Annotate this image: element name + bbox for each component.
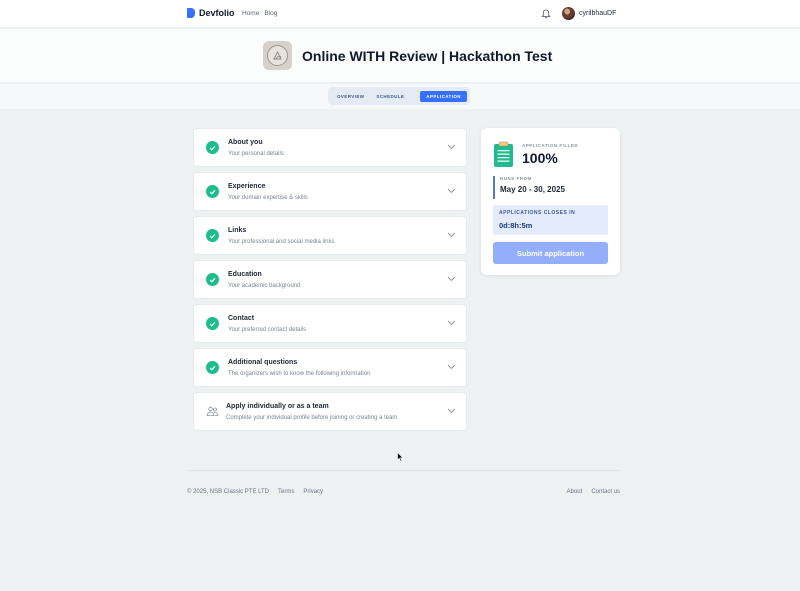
section-contact[interactable]: Contact Your preferred contact details <box>193 304 467 343</box>
footer-link-contact[interactable]: Contact us <box>591 489 620 495</box>
mouse-cursor-icon <box>397 452 404 462</box>
chevron-down-icon[interactable] <box>447 188 456 194</box>
chevron-down-icon[interactable] <box>447 232 456 238</box>
filled-value: 100% <box>522 150 558 166</box>
footer-link-privacy[interactable]: Privacy <box>303 489 323 495</box>
brand[interactable]: Devfolio <box>187 8 235 18</box>
application-status-card: APPLICATION FILLED 100% RUNS FROM May 20… <box>481 128 620 275</box>
runs-from: RUNS FROM May 20 - 30, 2025 <box>493 176 565 199</box>
runs-value: May 20 - 30, 2025 <box>500 185 565 194</box>
section-about-you[interactable]: About you Your personal details <box>193 128 467 167</box>
nav-link-home[interactable]: Home <box>242 10 259 17</box>
nav-link-blog[interactable]: Blog <box>264 10 277 17</box>
footer-link-terms[interactable]: Terms <box>278 489 294 495</box>
footer-divider <box>187 470 620 471</box>
tabs: OVERVIEW SCHEDULE APPLICATION <box>328 87 470 105</box>
top-navbar: Devfolio Home Blog cyrilbhauDF <box>0 0 800 28</box>
brand-name: Devfolio <box>199 8 235 18</box>
submit-application-button[interactable]: Submit application <box>493 242 608 264</box>
footer-link-about[interactable]: About <box>567 489 583 495</box>
section-title: About you <box>228 139 263 146</box>
user-menu[interactable]: cyrilbhauDF <box>562 7 616 20</box>
username: cyrilbhauDF <box>579 10 617 17</box>
tab-application[interactable]: APPLICATION <box>420 90 467 102</box>
chevron-down-icon[interactable] <box>447 364 456 370</box>
check-icon <box>206 273 219 286</box>
section-team[interactable]: Apply individually or as a team Complete… <box>193 392 467 431</box>
closes-in-box: APPLICATIONS CLOSES IN 0d:8h:5m <box>493 205 608 235</box>
check-icon <box>206 229 219 242</box>
copyright: © 2025, NSB Classic PTE LTD <box>187 489 270 495</box>
clipboard-icon <box>494 141 513 167</box>
tab-overview[interactable]: OVERVIEW <box>331 91 370 102</box>
closes-value: 0d:8h:5m <box>499 221 533 230</box>
section-title: Apply individually or as a team <box>226 403 329 410</box>
section-experience[interactable]: Experience Your domain expertise & skill… <box>193 172 467 211</box>
section-title: Additional questions <box>228 359 298 366</box>
runs-label: RUNS FROM <box>500 176 532 181</box>
section-title: Links <box>228 227 247 234</box>
section-subtitle: Your preferred contact details <box>228 327 307 333</box>
section-title: Contact <box>228 315 255 322</box>
section-subtitle: Your personal details <box>228 151 284 157</box>
check-icon <box>206 185 219 198</box>
footer-right: About Contact us <box>567 489 620 495</box>
section-subtitle: The organizers wish to know the followin… <box>228 371 371 377</box>
section-subtitle: Complete your individual profile before … <box>226 415 398 421</box>
hackathon-logo-icon <box>273 50 282 60</box>
hackathon-logo <box>263 41 292 70</box>
check-icon <box>206 317 219 330</box>
footer-left: © 2025, NSB Classic PTE LTD Terms Privac… <box>187 489 323 495</box>
section-subtitle: Your domain expertise & skills <box>228 195 308 201</box>
avatar <box>562 7 575 20</box>
section-subtitle: Your academic background <box>228 283 301 289</box>
check-icon <box>206 361 219 374</box>
chevron-down-icon[interactable] <box>447 144 456 150</box>
page-title: Online WITH Review | Hackathon Test <box>302 48 553 64</box>
section-title: Education <box>228 271 262 278</box>
section-title: Experience <box>228 183 266 190</box>
section-education[interactable]: Education Your academic background <box>193 260 467 299</box>
bell-icon[interactable] <box>541 9 551 19</box>
filled-label: APPLICATION FILLED <box>522 143 579 148</box>
check-icon <box>206 141 219 154</box>
chevron-down-icon[interactable] <box>447 276 456 282</box>
section-subtitle: Your professional and social media links <box>228 239 335 245</box>
chevron-down-icon[interactable] <box>447 320 456 326</box>
devfolio-logo-icon <box>187 8 195 18</box>
chevron-down-icon[interactable] <box>447 408 456 414</box>
nav-links: Home Blog <box>242 10 277 17</box>
hackathon-header: Online WITH Review | Hackathon Test <box>0 29 800 83</box>
section-additional-questions[interactable]: Additional questions The organizers wish… <box>193 348 467 387</box>
tab-schedule[interactable]: SCHEDULE <box>370 91 410 102</box>
team-icon <box>206 406 219 416</box>
closes-label: APPLICATIONS CLOSES IN <box>499 210 576 216</box>
section-links[interactable]: Links Your professional and social media… <box>193 216 467 255</box>
